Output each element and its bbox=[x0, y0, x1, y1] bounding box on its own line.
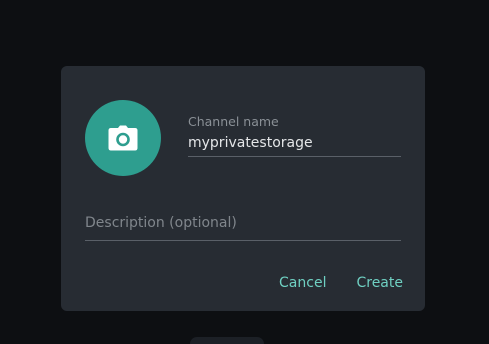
new-channel-dialog: Channel name Cancel Create bbox=[61, 66, 425, 311]
description-field bbox=[85, 214, 401, 241]
create-button[interactable]: Create bbox=[356, 274, 403, 292]
channel-name-label: Channel name bbox=[188, 114, 279, 129]
channel-name-input[interactable] bbox=[188, 134, 401, 157]
camera-icon bbox=[108, 125, 138, 151]
channel-photo-button[interactable] bbox=[85, 100, 161, 176]
dialog-actions: Cancel Create bbox=[279, 274, 403, 292]
background-element bbox=[190, 337, 264, 344]
cancel-button[interactable]: Cancel bbox=[279, 274, 326, 292]
modal-backdrop[interactable]: Channel name Cancel Create bbox=[0, 0, 489, 344]
channel-name-field: Channel name bbox=[188, 114, 401, 157]
description-input[interactable] bbox=[85, 214, 401, 241]
